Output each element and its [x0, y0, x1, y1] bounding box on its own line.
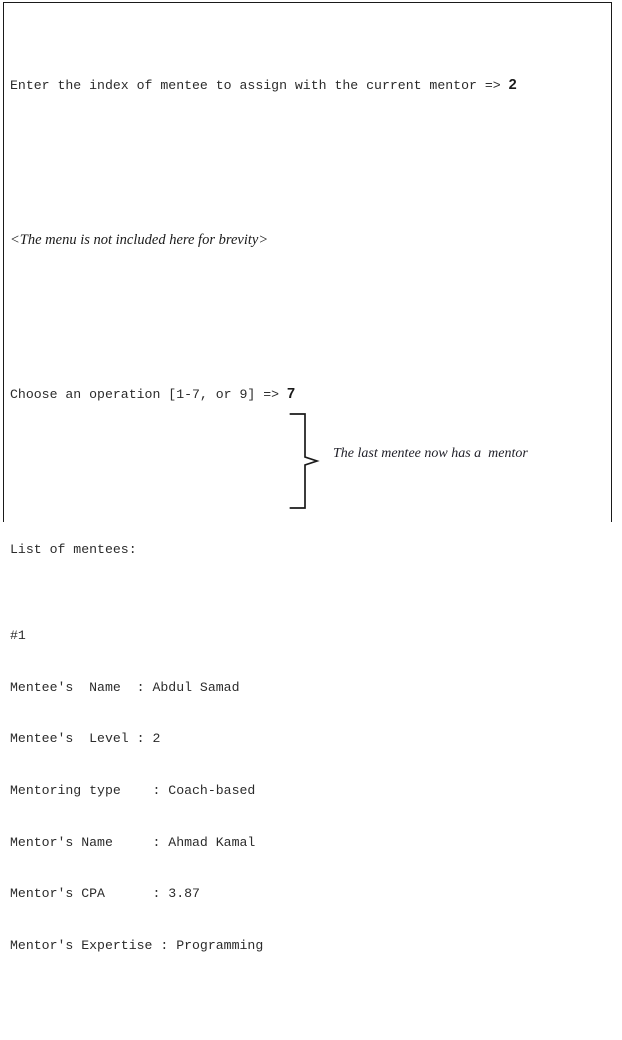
prompt-assign-mentee-value: 2: [508, 76, 517, 93]
prompt-operation-label: Choose an operation [1-7, or 9] =>: [10, 387, 287, 403]
mentee-entry-index: #1: [10, 628, 26, 644]
mentoring-type-line: Mentoring type : Coach-based: [10, 782, 256, 798]
mentee-name-line: Mentee's Name : Abdul Samad: [10, 679, 240, 695]
prompt-assign-mentee-label: Enter the index of mentee to assign with…: [10, 77, 509, 93]
console-output-frame: Enter the index of mentee to assign with…: [3, 2, 612, 953]
spacer-line-1: [10, 146, 517, 163]
screenshot-root: Enter the index of mentee to assign with…: [0, 0, 622, 953]
prompt-assign-mentee-line: Enter the index of mentee to assign with…: [10, 77, 517, 94]
mentor-cpa-line: Mentor's CPA : 3.87: [10, 886, 200, 902]
prompt-operation-line: Choose an operation [1-7, or 9] => 7: [10, 386, 517, 403]
spacer-line-2: [10, 300, 517, 317]
prompt-operation-value: 7: [286, 386, 296, 403]
annotation-caption-text: The last mentee now has a mentor: [333, 446, 528, 461]
mentee-level-line: Mentee's Level : 2: [10, 731, 161, 747]
brevity-note-text: <The menu is not included here for brevi…: [10, 231, 269, 248]
spacer-line-4: [10, 1006, 517, 1023]
mentor-name-line: Mentor's Name : Ahmad Kamal: [10, 834, 256, 850]
brevity-note-line: <The menu is not included here for brevi…: [10, 232, 517, 249]
console-text-block: Enter the index of mentee to assign with…: [10, 8, 517, 1040]
mentor-expertise-line: Mentor's Expertise : Programming: [10, 937, 264, 953]
list-of-mentees-header: List of mentees:: [10, 542, 137, 558]
